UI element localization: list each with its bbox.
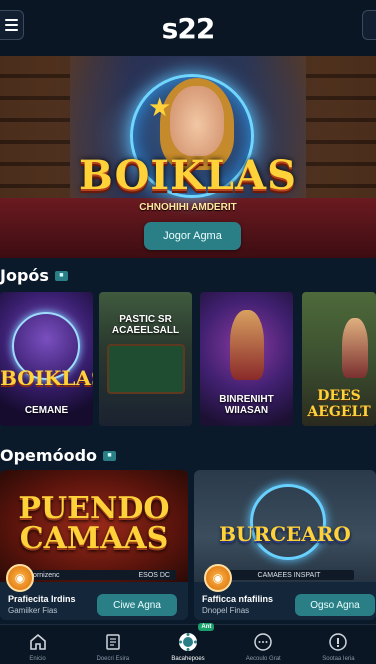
- game-card[interactable]: DEES AEGELT: [302, 292, 376, 426]
- promo-play-button[interactable]: Ogso Agna: [295, 594, 375, 616]
- nav-label: Bacahepoes: [171, 656, 205, 662]
- bottom-nav: Enicio Doecri Esira Ant Bacahepoes Aecou…: [0, 623, 376, 664]
- section-badge-icon: ■: [103, 450, 117, 461]
- promo-section-title: Opemóodo: [0, 446, 98, 465]
- chat-icon: [252, 631, 274, 653]
- promo-line-2: Dnopel Finas: [202, 606, 250, 615]
- nav-item-chat[interactable]: Aecoulo Grat: [226, 625, 301, 664]
- nav-label: Aecoulo Grat: [245, 656, 281, 662]
- nav-item-live[interactable]: Ant Bacahepoes: [150, 623, 225, 664]
- hero-banner[interactable]: ★ BOIKLAS CHNOHIHI AMDERIT Jogor Agma: [0, 56, 376, 258]
- game-card-label: PASTIC SR ACAEELSALL: [111, 314, 180, 336]
- game-card[interactable]: PASTIC SR ACAEELSALL: [99, 292, 192, 426]
- game-card-title: BOIKLAS: [0, 366, 93, 390]
- game-card-label: BINRENIHT WIIASAN: [219, 394, 274, 416]
- promo-carousel[interactable]: PUENDO CAMAAS Dornizenc ESOS DC ◉ Prafie…: [0, 470, 376, 620]
- top-header: s22: [0, 0, 376, 56]
- menu-button[interactable]: [0, 10, 24, 40]
- game-art-figure: [230, 310, 264, 380]
- promo-section-header: Opemóodo ■: [0, 446, 117, 465]
- chip-icon: [177, 631, 199, 653]
- promo-text: Fafficca nfafilins Dnopel Finas: [202, 594, 273, 615]
- game-card-label: CEMANE: [24, 405, 69, 416]
- nav-item-support[interactable]: Sootaa Ieria: [301, 625, 376, 664]
- nav-label: Enicio: [29, 656, 46, 662]
- game-card[interactable]: BINRENIHT WIIASAN: [200, 292, 293, 426]
- game-art-figure: [342, 318, 368, 378]
- nav-item-receipt[interactable]: Doecri Esira: [75, 625, 150, 664]
- nav-label: Sootaa Ieria: [322, 656, 355, 662]
- promo-play-button[interactable]: Ciwe Agna: [97, 594, 177, 616]
- game-card[interactable]: BOIKLAS CEMANE: [0, 292, 93, 426]
- promo-line-2: Gamiiker Fias: [8, 606, 58, 615]
- home-icon: [27, 631, 49, 653]
- promo-text: Prafiecita Irdins Gamiiker Fias: [8, 594, 76, 615]
- star-icon: ★: [148, 92, 172, 122]
- promo-strip-center: CAMAEES INSPAIT: [257, 571, 321, 579]
- support-icon: [327, 631, 349, 653]
- site-logo[interactable]: s22: [162, 12, 216, 45]
- promo-info-strip: Dornizenc ESOS DC: [22, 570, 176, 580]
- live-badge: Ant: [198, 623, 215, 631]
- account-button[interactable]: [362, 10, 376, 40]
- hamburger-icon: [5, 19, 18, 21]
- promo-card[interactable]: PUENDO CAMAAS Dornizenc ESOS DC ◉ Prafie…: [0, 470, 188, 620]
- nav-item-home[interactable]: Enicio: [0, 625, 75, 664]
- promo-strip-right: ESOS DC: [138, 571, 170, 579]
- coin-icon: ◉: [204, 564, 232, 592]
- games-section-header: Jopós ■: [0, 266, 68, 285]
- promo-info-strip: CAMAEES INSPAIT: [224, 570, 354, 580]
- section-badge-icon: ■: [54, 270, 68, 281]
- hero-character-face: [170, 86, 224, 156]
- game-art-table: [107, 344, 185, 394]
- hero-game-subtitle: CHNOHIHI AMDERIT: [139, 202, 237, 213]
- hero-game-title: BOIKLAS: [79, 152, 297, 199]
- hero-play-button[interactable]: Jogor Agma: [144, 222, 241, 250]
- promo-line-1: Fafficca nfafilins: [202, 594, 274, 604]
- games-section-title: Jopós: [0, 266, 49, 285]
- promo-image: PUENDO CAMAAS Dornizenc ESOS DC: [0, 470, 188, 582]
- promo-line-1: Prafiecita Irdins: [8, 594, 76, 604]
- receipt-icon: [102, 631, 124, 653]
- promo-title: PUENDO CAMAAS: [18, 491, 170, 556]
- nav-label: Doecri Esira: [96, 656, 130, 662]
- promo-card[interactable]: BURCEARO CAMAEES INSPAIT ◉ Fafficca nfaf…: [194, 470, 376, 620]
- promo-title: BURCEARO: [219, 522, 351, 546]
- games-carousel[interactable]: BOIKLAS CEMANE PASTIC SR ACAEELSALL BINR…: [0, 292, 376, 428]
- game-card-title: DEES AEGELT: [307, 388, 371, 420]
- coin-icon: ◉: [6, 564, 34, 592]
